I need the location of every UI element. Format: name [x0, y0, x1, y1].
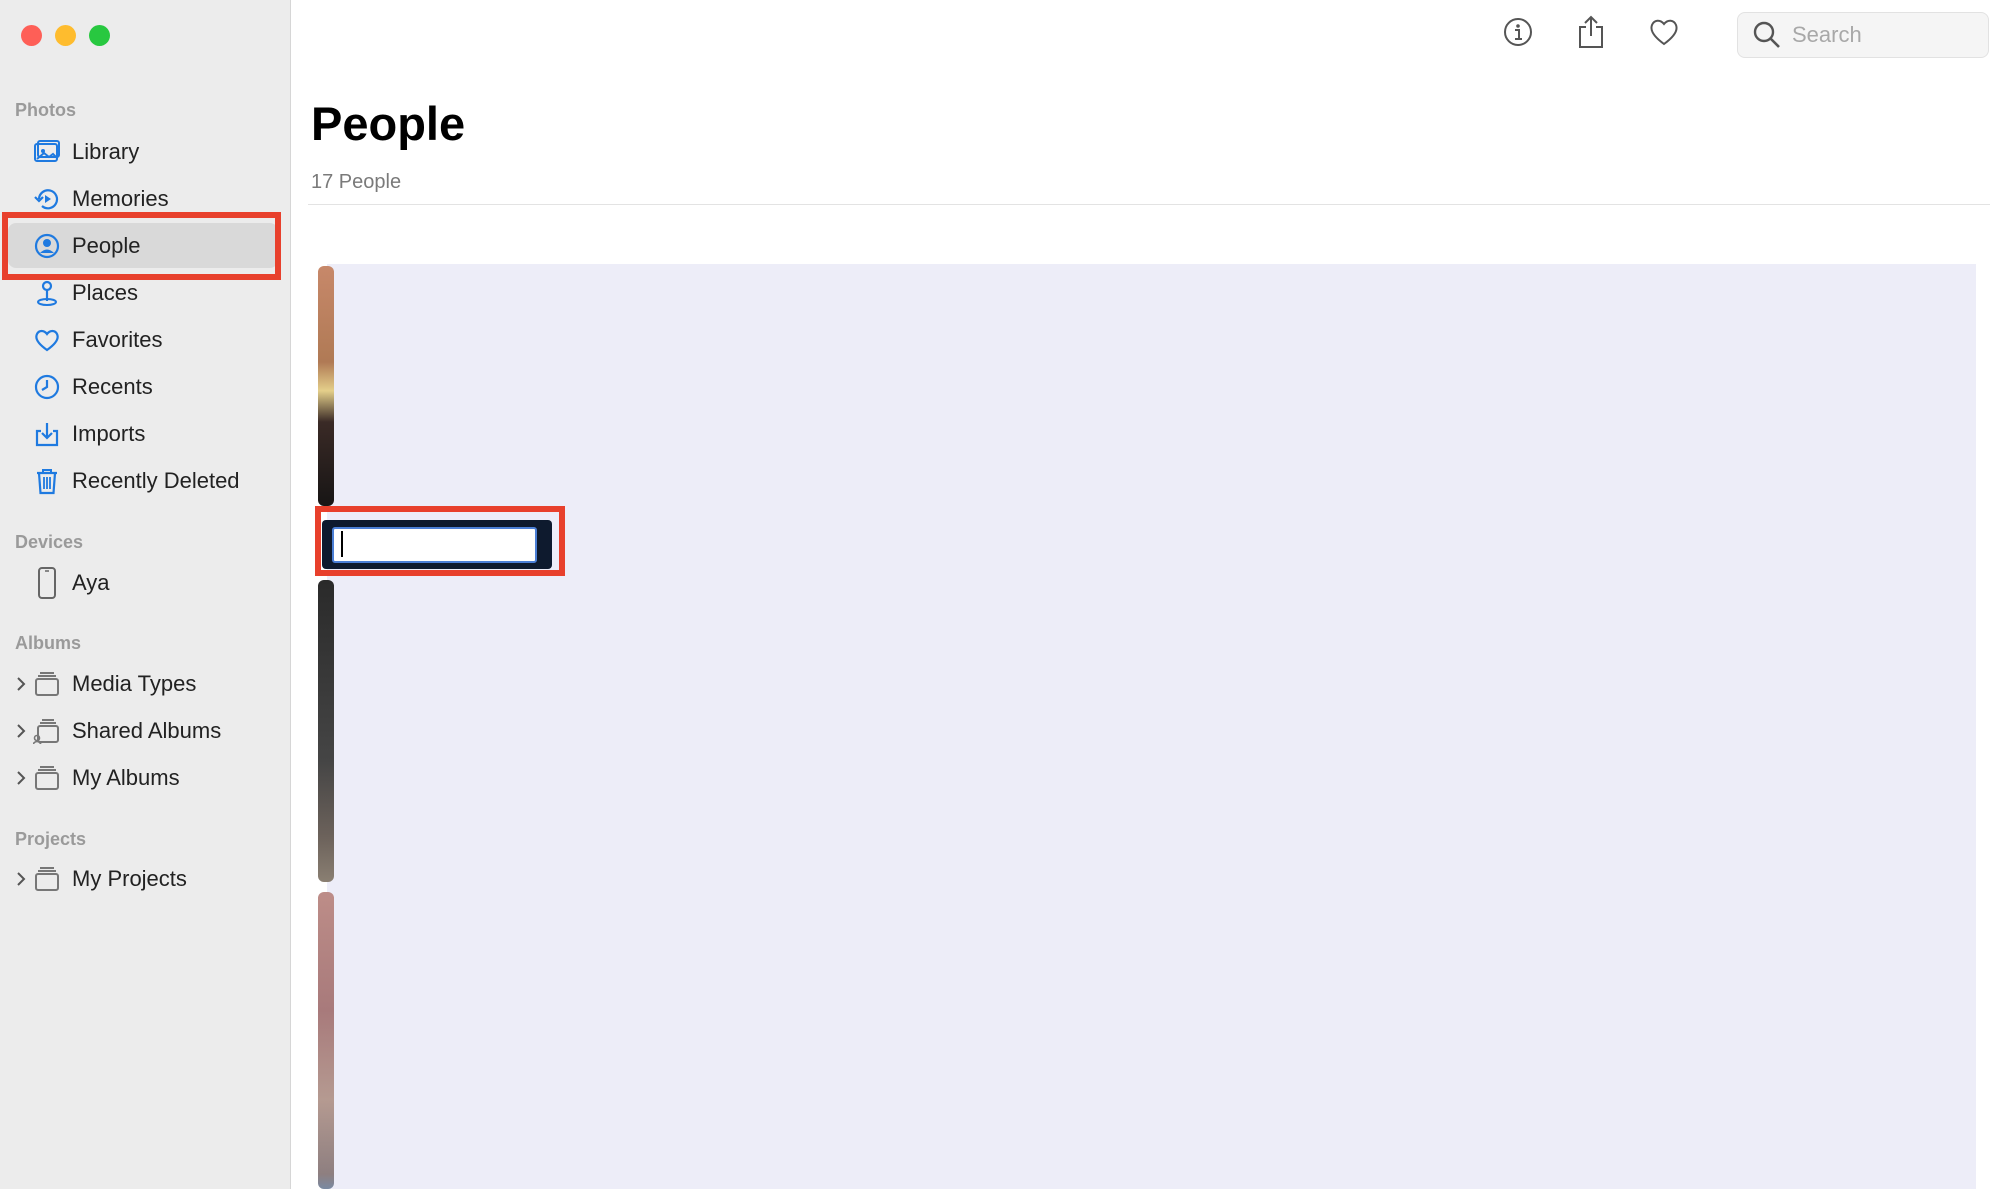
- search-icon: [1750, 18, 1784, 52]
- shared-album-icon: [32, 716, 62, 746]
- sidebar-item-people[interactable]: People: [8, 223, 278, 268]
- clock-icon: [32, 372, 62, 402]
- sidebar-item-label: Shared Albums: [72, 717, 222, 743]
- sidebar-item-my-projects[interactable]: My Projects: [8, 856, 278, 901]
- sidebar-item-label: Media Types: [72, 670, 197, 696]
- text-caret: [341, 531, 343, 557]
- places-icon: [32, 278, 62, 308]
- search-input[interactable]: [1790, 21, 1980, 49]
- trash-icon: [32, 466, 62, 496]
- sidebar-item-label: Favorites: [72, 326, 163, 352]
- sidebar-item-label: Library: [72, 138, 140, 164]
- sidebar-item-label: Places: [72, 279, 139, 305]
- people-icon: [32, 231, 62, 261]
- close-window-button[interactable]: [21, 25, 42, 46]
- album-stack-icon: [32, 864, 62, 894]
- sidebar-item-places[interactable]: Places: [8, 270, 278, 315]
- person-name-input[interactable]: [332, 526, 537, 563]
- chevron-right-icon[interactable]: [14, 674, 28, 694]
- photos-window: Photos Library Memories People Places Fa…: [0, 0, 1999, 1189]
- section-title-photos: Photos: [15, 100, 76, 120]
- sidebar-item-label: My Albums: [72, 764, 180, 790]
- chevron-right-icon[interactable]: [14, 768, 28, 788]
- sidebar-item-media-types[interactable]: Media Types: [8, 661, 278, 706]
- person-thumbnail[interactable]: [318, 266, 334, 506]
- sidebar-item-label: Recently Deleted: [72, 467, 240, 493]
- search-field[interactable]: [1737, 12, 1989, 58]
- sidebar-item-recents[interactable]: Recents: [8, 364, 278, 409]
- sidebar-item-device-aya[interactable]: Aya: [8, 560, 278, 605]
- sidebar-item-memories[interactable]: Memories: [8, 176, 278, 221]
- sidebar-item-imports[interactable]: Imports: [8, 411, 278, 456]
- section-title-devices: Devices: [15, 532, 84, 552]
- people-count: 17 People: [311, 171, 402, 193]
- sidebar-item-label: Recents: [72, 373, 153, 399]
- sidebar-item-label: Imports: [72, 420, 146, 446]
- share-icon: [1576, 14, 1606, 55]
- person-thumbnail[interactable]: [318, 580, 334, 882]
- chevron-right-icon[interactable]: [14, 869, 28, 889]
- share-button[interactable]: [1570, 13, 1612, 55]
- section-title-albums: Albums: [15, 633, 82, 653]
- section-title-projects: Projects: [15, 829, 87, 849]
- heart-icon: [1648, 17, 1680, 52]
- iphone-icon: [32, 566, 62, 599]
- sidebar-item-label: My Projects: [72, 865, 187, 891]
- sidebar-item-library[interactable]: Library: [8, 129, 278, 174]
- heart-icon: [32, 325, 62, 355]
- sidebar-item-favorites[interactable]: Favorites: [8, 317, 278, 362]
- window-controls: [21, 25, 110, 46]
- page-title: People: [311, 97, 466, 150]
- sidebar-item-label: People: [72, 232, 141, 258]
- info-button[interactable]: [1497, 13, 1539, 55]
- sidebar-item-recently-deleted[interactable]: Recently Deleted: [8, 458, 278, 503]
- chevron-right-icon[interactable]: [14, 721, 28, 741]
- people-grid: [327, 264, 1976, 1189]
- sidebar: Photos Library Memories People Places Fa…: [0, 0, 291, 1189]
- favorite-button[interactable]: [1643, 13, 1685, 55]
- sidebar-item-label: Memories: [72, 185, 169, 211]
- sidebar-item-shared-albums[interactable]: Shared Albums: [8, 708, 278, 753]
- maximize-window-button[interactable]: [89, 25, 110, 46]
- name-field-container: [322, 520, 552, 569]
- sidebar-item-label: Aya: [72, 569, 110, 595]
- minimize-window-button[interactable]: [55, 25, 76, 46]
- import-icon: [32, 419, 62, 449]
- album-stack-icon: [32, 763, 62, 793]
- sidebar-item-my-albums[interactable]: My Albums: [8, 755, 278, 800]
- divider: [308, 204, 1990, 205]
- memories-icon: [32, 184, 62, 214]
- info-icon: [1502, 16, 1534, 53]
- album-stack-icon: [32, 669, 62, 699]
- person-thumbnail[interactable]: [318, 892, 334, 1189]
- library-icon: [32, 137, 62, 167]
